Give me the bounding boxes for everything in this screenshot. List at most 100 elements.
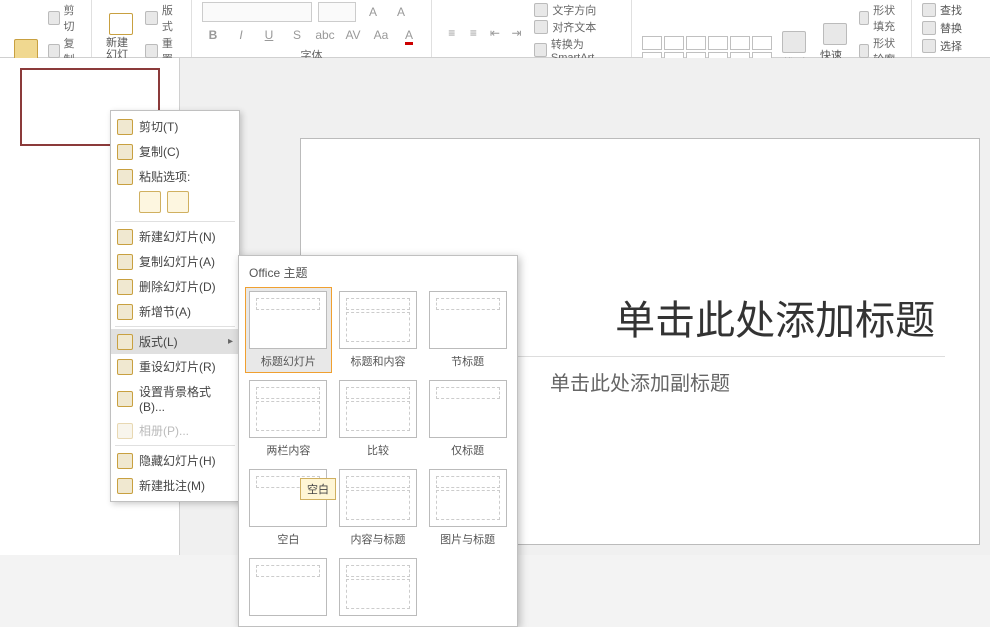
submenu-arrow-icon: ▸ <box>228 336 233 347</box>
indent-inc-button[interactable]: ⇥ <box>507 23 527 43</box>
copy-icon <box>48 44 60 58</box>
bold-button[interactable]: B <box>202 25 224 45</box>
reset-icon <box>117 359 133 375</box>
menu-hide-slide[interactable]: 隐藏幻灯片(H) <box>111 448 239 473</box>
align-text-button[interactable]: 对齐文本 <box>534 19 621 35</box>
layout-thumb <box>339 291 417 349</box>
layout-picture-caption[interactable]: 图片与标题 <box>424 465 511 551</box>
underline-button[interactable]: U <box>258 25 280 45</box>
menu-new-comment[interactable]: 新建批注(M) <box>111 473 239 498</box>
paste-icon <box>117 169 133 185</box>
shape-arrow[interactable] <box>730 36 750 50</box>
ribbon-group-paragraph: ≡ ≡ ⇤ ⇥ 文字方向 对齐文本 转换为 SmartArt 段落 <box>432 0 632 57</box>
new-slide-icon <box>117 229 133 245</box>
shadow-button[interactable]: abc <box>314 25 336 45</box>
shape-rect[interactable] <box>642 36 662 50</box>
ribbon: 粘贴 剪切 复制 格式刷 剪贴板 新建 幻灯片 版式 重置 节 幻灯片 <box>0 0 990 58</box>
paste-options-row <box>111 189 239 219</box>
font-color-button[interactable]: A <box>398 25 420 45</box>
shape-fill-button[interactable]: 形状填充 <box>859 2 901 34</box>
smartart-icon <box>534 43 547 57</box>
decrease-font-button[interactable]: A <box>390 2 412 22</box>
copy-icon <box>117 144 133 160</box>
layout-thumb <box>249 380 327 438</box>
font-family-input[interactable] <box>202 2 312 22</box>
arrange-icon <box>782 31 806 53</box>
ribbon-group-clipboard: 粘贴 剪切 复制 格式刷 剪贴板 <box>0 0 92 57</box>
shape-tri[interactable] <box>708 36 728 50</box>
text-direction-button[interactable]: 文字方向 <box>534 2 621 18</box>
menu-new-slide[interactable]: 新建幻灯片(N) <box>111 224 239 249</box>
layout-thumb <box>339 380 417 438</box>
cut-icon <box>117 119 133 135</box>
layout-dropdown[interactable]: 版式 <box>145 2 181 34</box>
menu-duplicate-slide[interactable]: 复制幻灯片(A) <box>111 249 239 274</box>
menu-layout[interactable]: 版式(L)▸ <box>111 329 239 354</box>
menu-photo-album: 相册(P)... <box>111 418 239 443</box>
layout-two-content[interactable]: 两栏内容 <box>245 376 332 462</box>
delete-icon <box>117 279 133 295</box>
paste-option-keep-source[interactable] <box>139 191 161 213</box>
section-icon <box>117 304 133 320</box>
album-icon <box>117 423 133 439</box>
menu-format-background[interactable]: 设置背景格式(B)... <box>111 379 239 418</box>
align-text-icon <box>534 20 548 34</box>
menu-reset-slide[interactable]: 重设幻灯片(R) <box>111 354 239 379</box>
find-icon <box>922 3 936 17</box>
font-size-input[interactable] <box>318 2 356 22</box>
char-spacing-button[interactable]: AV <box>342 25 364 45</box>
menu-delete-slide[interactable]: 删除幻灯片(D) <box>111 274 239 299</box>
fill-icon <box>859 11 869 25</box>
new-slide-icon <box>109 13 133 35</box>
layout-comparison[interactable]: 比较 <box>335 376 422 462</box>
indent-dec-button[interactable]: ⇤ <box>485 23 505 43</box>
layout-thumb <box>429 380 507 438</box>
menu-cut[interactable]: 剪切(T) <box>111 114 239 139</box>
layout-thumb <box>429 469 507 527</box>
text-direction-icon <box>534 3 548 17</box>
paste-option-picture[interactable] <box>167 191 189 213</box>
increase-font-button[interactable]: A <box>362 2 384 22</box>
replace-icon <box>922 21 936 35</box>
numbering-button[interactable]: ≡ <box>464 23 484 43</box>
layout-section-header[interactable]: 节标题 <box>424 287 511 373</box>
context-menu: 剪切(T) 复制(C) 粘贴选项: 新建幻灯片(N) 复制幻灯片(A) 删除幻灯… <box>110 110 240 502</box>
layout-title-slide[interactable]: 标题幻灯片 <box>245 287 332 373</box>
layout-icon <box>145 11 157 25</box>
select-button[interactable]: 选择 <box>922 38 972 54</box>
layout-extra-1[interactable] <box>245 554 332 620</box>
menu-copy[interactable]: 复制(C) <box>111 139 239 164</box>
change-case-button[interactable]: Aa <box>370 25 392 45</box>
menu-paste-options-label: 粘贴选项: <box>111 164 239 189</box>
layout-thumb <box>249 558 327 616</box>
menu-add-section[interactable]: 新增节(A) <box>111 299 239 324</box>
menu-separator <box>115 221 235 222</box>
shape-line[interactable] <box>664 36 684 50</box>
italic-button[interactable]: I <box>230 25 252 45</box>
hide-icon <box>117 453 133 469</box>
slide-subtitle-placeholder[interactable]: 单击此处添加副标题 <box>540 357 740 406</box>
bullets-button[interactable]: ≡ <box>442 23 462 43</box>
layout-flyout-header: Office 主题 <box>245 262 511 287</box>
cut-button[interactable]: 剪切 <box>48 2 81 34</box>
layout-title-only[interactable]: 仅标题 <box>424 376 511 462</box>
shape-oval[interactable] <box>686 36 706 50</box>
find-button[interactable]: 查找 <box>922 2 972 18</box>
shape-star[interactable] <box>752 36 772 50</box>
quick-styles-icon <box>823 23 847 45</box>
menu-separator <box>115 445 235 446</box>
layout-tooltip: 空白 <box>300 478 336 500</box>
ribbon-group-font: A A B I U S abc AV Aa A 字体 <box>192 0 432 57</box>
layout-title-content[interactable]: 标题和内容 <box>335 287 422 373</box>
ribbon-group-editing: 查找 替换 选择 编辑 <box>912 0 982 57</box>
menu-separator <box>115 326 235 327</box>
duplicate-icon <box>117 254 133 270</box>
layout-content-caption[interactable]: 内容与标题 <box>335 465 422 551</box>
layout-grid: 标题幻灯片 标题和内容 节标题 两栏内容 比较 仅标题 空白 内容与标题 图片与… <box>245 287 511 620</box>
replace-button[interactable]: 替换 <box>922 20 972 36</box>
strike-button[interactable]: S <box>286 25 308 45</box>
cut-icon <box>48 11 60 25</box>
layout-extra-2[interactable] <box>335 554 422 620</box>
layout-icon <box>117 334 133 350</box>
ribbon-group-slides: 新建 幻灯片 版式 重置 节 幻灯片 <box>92 0 192 57</box>
